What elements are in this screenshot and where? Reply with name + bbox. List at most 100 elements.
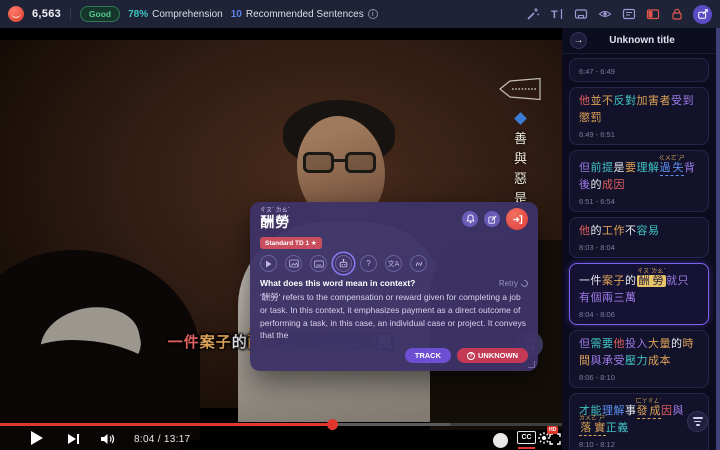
fullscreen-button[interactable] [549, 432, 561, 450]
track-button[interactable]: TRACK [405, 348, 451, 363]
resize-handle[interactable] [528, 361, 535, 368]
arrow-right-icon[interactable]: → [570, 32, 587, 49]
level-badge: Standard TD 1 ★ [260, 237, 322, 249]
word-segment[interactable]: 但 [579, 162, 591, 174]
word-segment[interactable]: 加害者 [637, 95, 672, 107]
word-segment[interactable]: 落實ㄌㄨㄛˋㄕˊ [579, 422, 606, 436]
robot-icon[interactable] [335, 255, 352, 272]
word-segment[interactable]: 反對 [614, 95, 637, 107]
sentence-text: 一件案子的酬勞ㄔㄡˊㄌㄠˊ就只有個兩三萬 [579, 269, 699, 307]
retry-button[interactable]: Retry [499, 279, 528, 288]
bell-icon[interactable] [462, 211, 478, 227]
sentence-card[interactable]: 但需要他投入大量的時間與承受壓力成本 8:06 - 8:10 [569, 330, 709, 388]
exit-icon[interactable] [506, 208, 528, 230]
link-icon[interactable] [410, 255, 427, 272]
subtitle-word[interactable]: 的 [232, 334, 248, 351]
sentence-card[interactable]: 6:47 - 6:49 [569, 58, 709, 82]
word-segment[interactable]: 受到 [671, 95, 694, 107]
context-question: What does this word mean in context? [260, 278, 415, 288]
word-segment[interactable]: 案子 [602, 275, 625, 287]
flashcards-icon[interactable] [573, 7, 588, 22]
recommended-label: Recommended Sentences [246, 9, 364, 20]
wand-icon[interactable] [525, 7, 540, 22]
word-segment[interactable]: 發成ㄈㄚㄔㄥˊ [637, 405, 662, 419]
sentence-card[interactable]: 他的工作不容易8:03 - 8:04 [569, 217, 709, 258]
lock-icon[interactable] [669, 7, 684, 22]
comprehension-label: Comprehension [152, 9, 223, 20]
word-segment[interactable]: 他 [579, 225, 591, 237]
info-icon[interactable]: i [368, 9, 378, 19]
flashcard-icon[interactable] [310, 255, 327, 272]
question-icon[interactable]: ? [360, 255, 377, 272]
captions-button[interactable]: CC [517, 431, 536, 444]
word-segment[interactable]: 的 [671, 338, 683, 350]
audio-play-icon[interactable] [260, 255, 277, 272]
word-segment[interactable]: 成因 [602, 179, 625, 191]
word-segment[interactable]: 成本 [648, 355, 671, 367]
word-segment[interactable]: 他 [579, 95, 591, 107]
sentence-card[interactable]: 他並不反對加害者受到懲罰6:49 - 6:51 [569, 87, 709, 145]
word-segment[interactable]: 酬勞ㄔㄡˊㄌㄠˊ [637, 275, 667, 287]
panel-icon[interactable] [645, 7, 660, 22]
word-definition-popup: 酬勞ㄔㄡˊ ㄌㄠˊ Standard TD 1 ★ [250, 202, 538, 371]
word-segment[interactable]: 需要 [591, 338, 614, 350]
progress-bar[interactable] [0, 423, 562, 426]
next-button[interactable] [68, 432, 80, 450]
play-button[interactable] [30, 430, 44, 450]
volume-button[interactable] [100, 432, 115, 450]
compose-icon[interactable] [484, 211, 500, 227]
word-segment[interactable]: 要 [625, 162, 637, 174]
sentence-card[interactable]: 一件案子的酬勞ㄔㄡˊㄌㄠˊ就只有個兩三萬8:04 - 8:06 [569, 263, 709, 325]
export-icon[interactable] [693, 5, 712, 24]
word-segment[interactable]: 承受 [602, 355, 625, 367]
sentence-text: 才能理解事發成ㄈㄚㄔㄥˊ因與落實ㄌㄨㄛˋㄕˊ正義 [579, 399, 699, 437]
grade-badge: Good [80, 6, 120, 22]
word-segment[interactable]: 一件 [579, 275, 602, 287]
word-segment[interactable]: 的 [591, 225, 603, 237]
word-segment[interactable]: 並不 [591, 95, 614, 107]
word-segment[interactable]: 前提 [591, 162, 614, 174]
word-segment[interactable]: 因 [661, 405, 673, 417]
reader-icon[interactable] [621, 7, 636, 22]
subtitle-word[interactable]: 一件 [168, 334, 200, 351]
image-icon[interactable] [285, 255, 302, 272]
word-segment[interactable]: 他 [614, 338, 626, 350]
scrollbar[interactable] [716, 28, 720, 450]
word-segment[interactable]: 理解 [637, 162, 660, 174]
word-segment[interactable]: 但 [579, 338, 591, 350]
sentence-text: 但需要他投入大量的時間與承受壓力成本 [579, 336, 699, 370]
eye-icon[interactable] [597, 7, 612, 22]
word-segment[interactable]: 與 [673, 405, 685, 417]
word-segment[interactable]: 的 [591, 179, 603, 191]
top-stats-bar: 6,563 | Good 78% Comprehension 10 Recomm… [0, 0, 720, 28]
tv-watermark [497, 76, 543, 107]
translate-icon[interactable]: 文A [385, 255, 402, 272]
text-annotation-icon[interactable]: T [549, 7, 564, 22]
word-segment[interactable]: 過失ㄍㄨㄛˋㄕ [660, 162, 685, 176]
word-segment[interactable]: 大量 [648, 338, 671, 350]
timestamp: 6:47 - 6:49 [579, 67, 699, 76]
timestamp: 8:06 - 8:10 [579, 373, 699, 382]
word-segment[interactable]: 是 [614, 162, 626, 174]
word-segment[interactable]: 的 [625, 275, 637, 287]
vertical-caption-char: 善 [514, 131, 527, 146]
word-segment[interactable]: 投入 [625, 338, 648, 350]
unknown-button[interactable]: ? UNKNOWN [457, 348, 528, 363]
question-circle-icon: ? [467, 352, 475, 360]
word-segment[interactable]: 不 [625, 225, 637, 237]
word-segment[interactable]: 容易 [637, 225, 660, 237]
glasses [303, 152, 383, 174]
word-segment[interactable]: 壓力 [625, 355, 648, 367]
word-segment[interactable]: 工作 [602, 225, 625, 237]
word-segment[interactable]: 正義 [606, 422, 629, 434]
time-display: 8:04 / 13:17 [134, 434, 190, 445]
word-segment[interactable]: 懲罰 [579, 112, 602, 124]
subtitle-word[interactable]: 案子 [200, 334, 232, 351]
app-logo-icon [8, 6, 24, 22]
played-bar [0, 423, 332, 426]
filter-button[interactable] [687, 411, 708, 432]
scrubber[interactable] [327, 419, 338, 430]
word-segment[interactable]: 兩三萬 [602, 292, 637, 304]
word-segment[interactable]: 與 [591, 355, 603, 367]
sentence-card[interactable]: 但前提是要理解過失ㄍㄨㄛˋㄕ背後的成因6:51 - 6:54 [569, 150, 709, 212]
